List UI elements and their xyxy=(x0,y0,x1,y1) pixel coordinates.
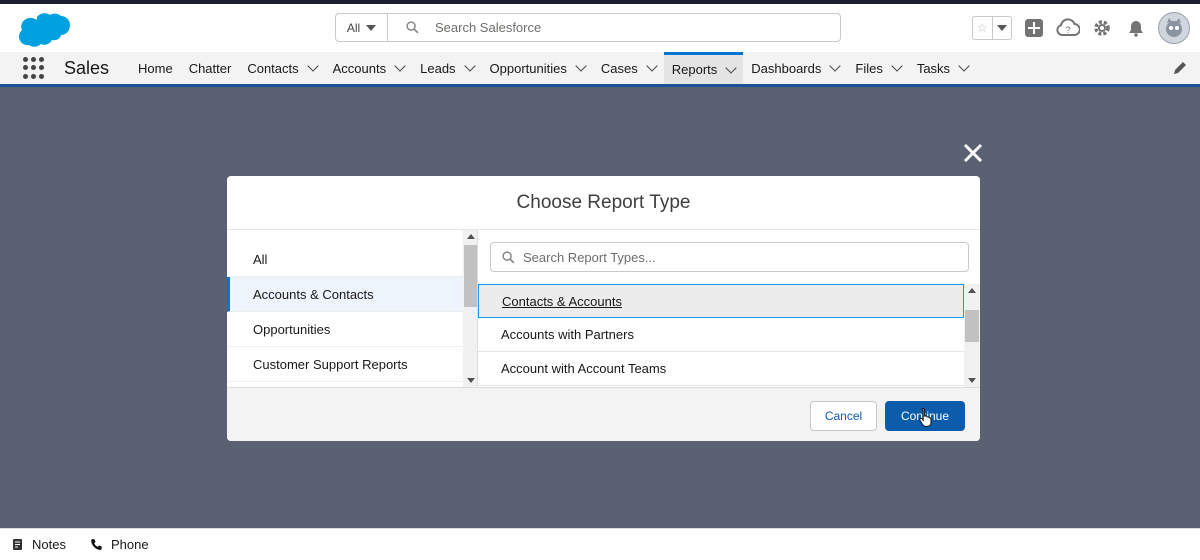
modal-footer: Cancel Continue xyxy=(227,387,980,441)
nav-item-contacts[interactable]: Contacts xyxy=(239,52,324,84)
app-navigation-bar: Sales Home Chatter Contacts Accounts Lea… xyxy=(0,52,1200,87)
nav-item-cases[interactable]: Cases xyxy=(593,52,664,84)
global-search-input[interactable]: Search Salesforce xyxy=(388,14,840,41)
report-type-accounts-partners[interactable]: Accounts with Partners xyxy=(478,318,964,352)
user-avatar[interactable] xyxy=(1158,12,1190,44)
scroll-up-arrow-icon[interactable] xyxy=(467,234,475,239)
report-type-search-input[interactable]: Search Report Types... xyxy=(490,242,969,272)
report-category-list: All Accounts & Contacts Opportunities Cu… xyxy=(227,230,478,387)
cancel-button[interactable]: Cancel xyxy=(810,401,877,431)
chevron-down-icon[interactable] xyxy=(575,60,587,72)
nav-item-dashboards[interactable]: Dashboards xyxy=(743,52,847,84)
global-search: All Search Salesforce xyxy=(335,13,841,42)
global-header: All Search Salesforce ☆ ? xyxy=(0,0,1200,52)
utility-notes-label: Notes xyxy=(32,537,66,552)
notes-icon xyxy=(13,539,22,550)
utility-notes[interactable]: Notes xyxy=(12,537,66,552)
chevron-down-icon[interactable] xyxy=(829,60,842,72)
search-icon xyxy=(502,250,515,263)
modal-title: Choose Report Type xyxy=(227,176,980,230)
category-item-opportunities[interactable]: Opportunities xyxy=(227,312,477,347)
scrollbar-thumb[interactable] xyxy=(464,245,477,307)
star-icon[interactable]: ☆ xyxy=(973,17,992,39)
notifications-bell-icon[interactable] xyxy=(1124,16,1148,40)
chevron-down-icon[interactable] xyxy=(394,60,406,72)
nav-item-home[interactable]: Home xyxy=(130,52,181,84)
nav-item-leads[interactable]: Leads xyxy=(412,52,481,84)
favorites-button[interactable]: ☆ xyxy=(972,16,1012,40)
edit-nav-pencil-icon[interactable] xyxy=(1172,60,1188,76)
app-name: Sales xyxy=(64,58,110,78)
chevron-down-icon[interactable] xyxy=(646,60,658,72)
help-icon[interactable]: ? xyxy=(1056,16,1080,40)
category-item-accounts-contacts[interactable]: Accounts & Contacts xyxy=(227,277,477,312)
chevron-down-icon[interactable] xyxy=(306,60,319,72)
report-type-search-placeholder: Search Report Types... xyxy=(523,249,656,265)
report-type-list: Contacts & Accounts Accounts with Partne… xyxy=(478,284,964,387)
utility-phone[interactable]: Phone xyxy=(90,537,149,552)
header-icons: ☆ ? xyxy=(972,12,1190,44)
phone-icon xyxy=(91,539,102,550)
chevron-down-icon[interactable] xyxy=(958,60,970,72)
report-type-scrollbar[interactable] xyxy=(964,284,980,387)
search-scope-dropdown[interactable]: All xyxy=(336,14,388,41)
category-scrollbar[interactable] xyxy=(463,230,477,387)
utility-bar: Notes Phone xyxy=(0,528,1200,560)
nav-item-tasks[interactable]: Tasks xyxy=(909,52,976,84)
scroll-down-arrow-icon[interactable] xyxy=(968,378,976,383)
choose-report-type-modal: Choose Report Type All Accounts & Contac… xyxy=(227,176,980,441)
nav-item-files[interactable]: Files xyxy=(847,52,908,84)
utility-phone-label: Phone xyxy=(110,537,149,552)
global-search-placeholder: Search Salesforce xyxy=(435,20,542,35)
scroll-up-arrow-icon[interactable] xyxy=(968,288,976,293)
chevron-down-icon[interactable] xyxy=(725,61,737,74)
nav-items: Home Chatter Contacts Accounts Leads Opp… xyxy=(130,52,976,84)
scrollbar-thumb[interactable] xyxy=(965,310,979,342)
hand-pointer-cursor-icon xyxy=(919,407,932,427)
chevron-down-icon[interactable] xyxy=(891,60,903,72)
favorites-dropdown-icon[interactable] xyxy=(991,17,1012,39)
category-item-customer-support[interactable]: Customer Support Reports xyxy=(227,347,477,382)
nav-item-reports[interactable]: Reports xyxy=(663,52,744,84)
caret-down-icon xyxy=(366,24,377,31)
nav-item-chatter[interactable]: Chatter xyxy=(181,52,240,84)
modal-body: All Accounts & Contacts Opportunities Cu… xyxy=(227,230,980,387)
search-scope-label: All xyxy=(346,20,361,35)
report-type-account-teams[interactable]: Account with Account Teams xyxy=(478,352,964,386)
svg-text:?: ? xyxy=(1065,25,1070,35)
chevron-down-icon[interactable] xyxy=(463,60,476,72)
global-actions-icon[interactable] xyxy=(1022,16,1046,40)
close-icon[interactable] xyxy=(962,142,984,164)
report-type-contacts-accounts[interactable]: Contacts & Accounts xyxy=(478,284,964,318)
report-type-pane: Search Report Types... Contacts & Accoun… xyxy=(478,230,980,387)
setup-gear-icon[interactable] xyxy=(1090,16,1114,40)
nav-item-accounts[interactable]: Accounts xyxy=(325,52,412,84)
salesforce-logo[interactable] xyxy=(14,12,70,50)
search-icon xyxy=(406,21,419,34)
nav-item-opportunities[interactable]: Opportunities xyxy=(482,52,593,84)
app-launcher-icon[interactable] xyxy=(23,57,45,79)
category-item-all[interactable]: All xyxy=(227,230,477,277)
scroll-down-arrow-icon[interactable] xyxy=(467,378,475,383)
